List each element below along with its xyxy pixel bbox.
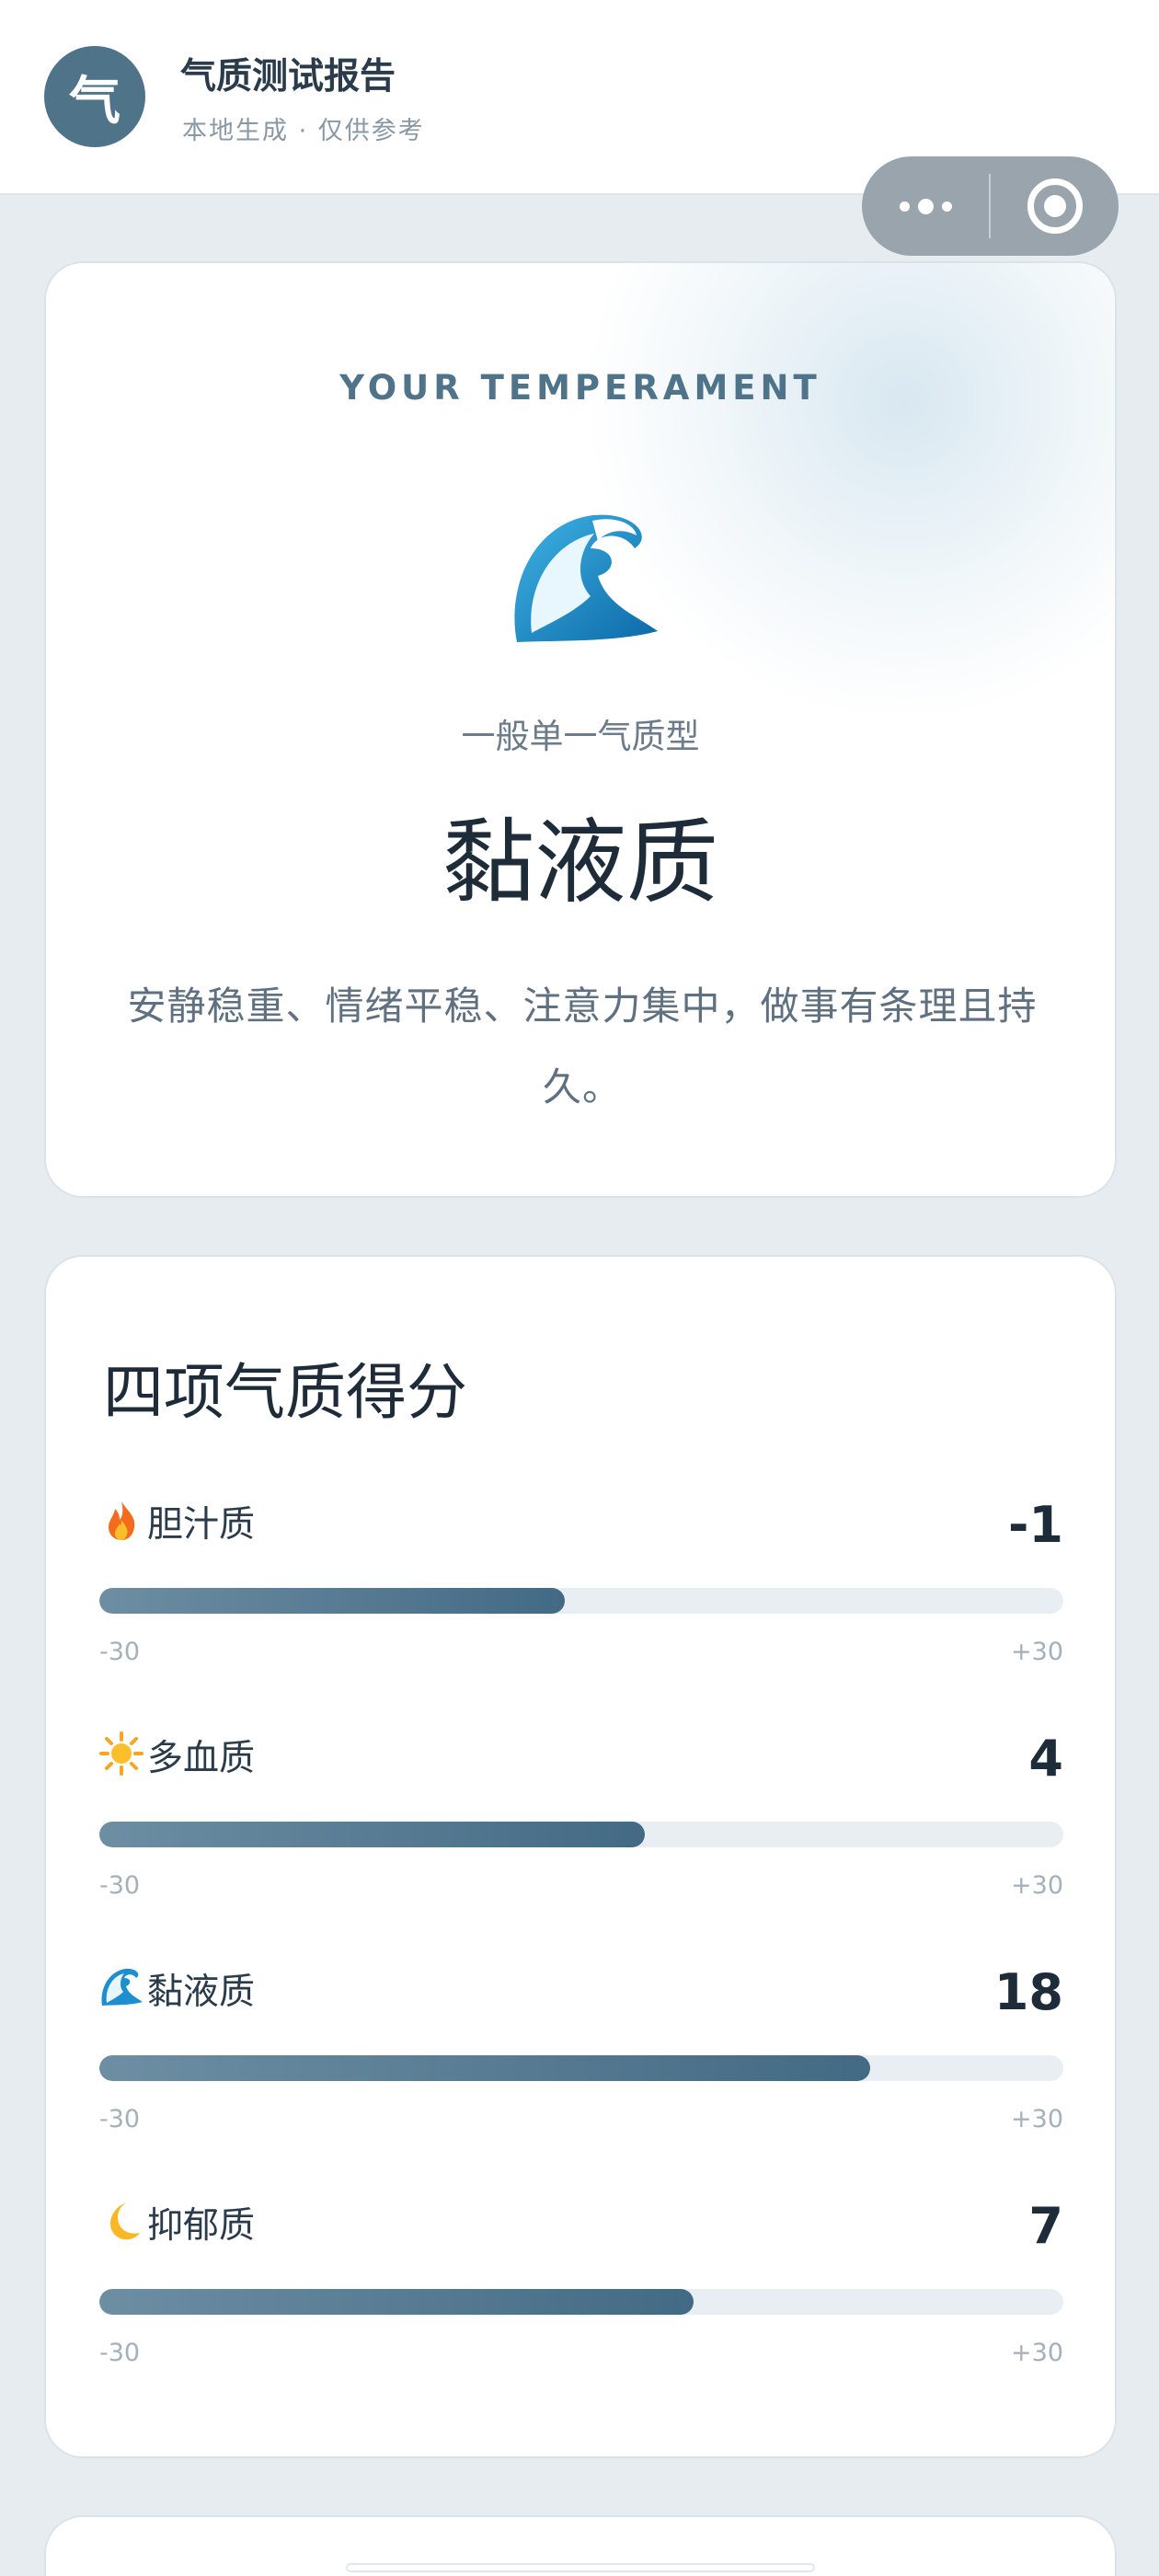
score-track xyxy=(99,1588,1063,1614)
next-card xyxy=(44,2515,1117,2576)
mini-program-capsule xyxy=(862,156,1119,256)
score-row-choleric: 胆汁质 -1 -30 +30 xyxy=(99,1496,1063,1730)
scores-title: 四项气质得分 xyxy=(103,1357,467,1428)
fire-icon xyxy=(109,1501,135,1540)
wave-icon xyxy=(101,1968,143,2006)
moon-icon xyxy=(110,2202,140,2240)
score-value: 18 xyxy=(993,1963,1063,2021)
score-value: 4 xyxy=(1028,1730,1063,1788)
range-min: -30 xyxy=(99,1638,141,1666)
score-track xyxy=(99,2289,1063,2315)
score-row-phlegmatic: 黏液质 18 -30 +30 xyxy=(99,1963,1063,2197)
score-track xyxy=(99,1822,1063,1847)
score-row-melancholic: 抑郁质 7 -30 +30 xyxy=(99,2197,1063,2431)
score-track xyxy=(99,2055,1063,2081)
scores-card: 四项气质得分 胆汁质 -1 -30 +30 多血质 4 -30 +30 黏液质 … xyxy=(44,1255,1117,2458)
more-dots-icon[interactable] xyxy=(862,156,989,256)
range-min: -30 xyxy=(99,2105,141,2133)
range-max: +30 xyxy=(1011,1638,1063,1666)
decorative-glow xyxy=(581,263,1115,723)
sun-icon xyxy=(99,1731,143,1776)
range-max: +30 xyxy=(1011,2105,1063,2133)
result-card: YOUR TEMPERAMENT 一般单一气质型 黏液质 安静稳重、情绪平稳、注… xyxy=(44,261,1117,1198)
temperament-category: 一般单一气质型 xyxy=(461,717,700,756)
score-fill xyxy=(99,1822,646,1847)
temperament-name: 黏液质 xyxy=(442,809,718,916)
app-subtitle: 本地生成 · 仅供参考 xyxy=(182,117,425,145)
range-min: -30 xyxy=(99,2339,141,2367)
wave-icon xyxy=(514,514,658,642)
result-eyebrow: YOUR TEMPERAMENT xyxy=(339,368,821,408)
score-row-sanguine: 多血质 4 -30 +30 xyxy=(99,1730,1063,1963)
score-fill xyxy=(99,1588,566,1614)
app-title: 气质测试报告 xyxy=(180,56,396,98)
score-value: -1 xyxy=(1008,1496,1063,1554)
score-fill xyxy=(99,2289,694,2315)
score-name: 多血质 xyxy=(147,1738,256,1779)
range-max: +30 xyxy=(1011,2339,1063,2367)
range-max: +30 xyxy=(1011,1871,1063,1900)
score-value: 7 xyxy=(1028,2197,1063,2255)
score-name: 黏液质 xyxy=(147,1972,256,2013)
next-card-placeholder xyxy=(346,2563,815,2572)
range-min: -30 xyxy=(99,1871,141,1900)
score-name: 抑郁质 xyxy=(147,2205,256,2247)
score-fill xyxy=(99,2055,871,2081)
target-ring-icon[interactable] xyxy=(991,156,1119,256)
app-logo: 气 xyxy=(44,46,145,147)
score-name: 胆汁质 xyxy=(147,1504,256,1546)
temperament-description: 安静稳重、情绪平稳、注意力集中，做事有条理且持久。 xyxy=(127,983,1038,1110)
